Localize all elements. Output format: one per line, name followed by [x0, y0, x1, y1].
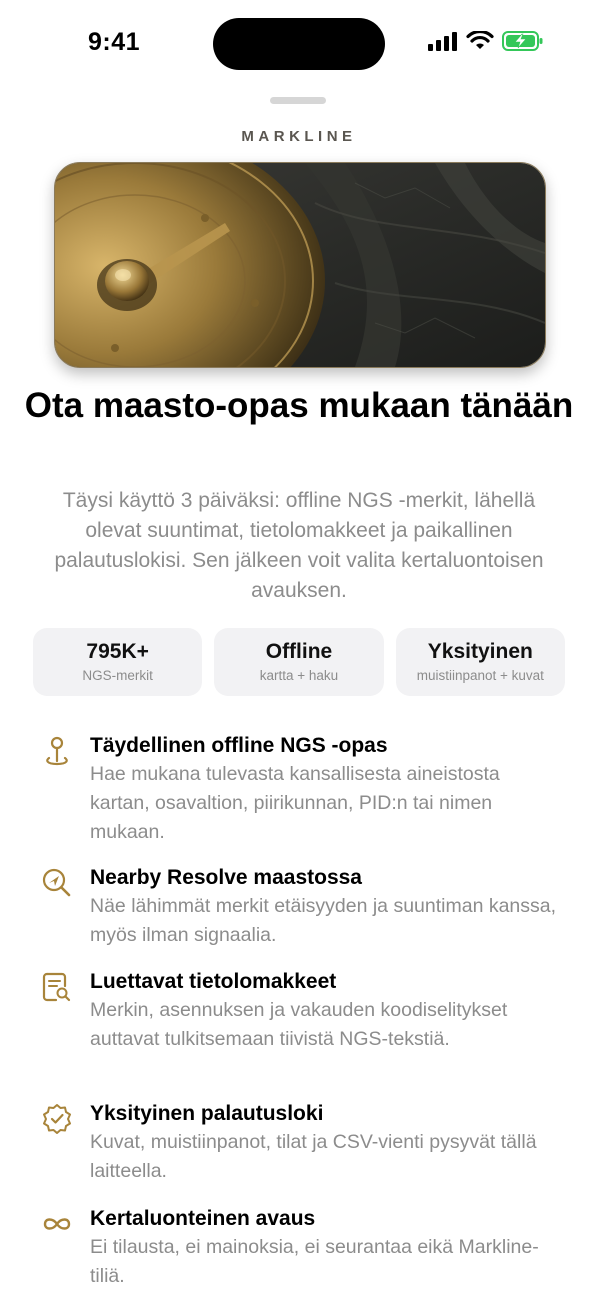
feature-title: Kertaluonteinen avaus	[90, 1207, 316, 1230]
signal-icon	[428, 32, 457, 51]
stat-value: Yksityinen	[427, 640, 533, 663]
wifi-icon	[466, 31, 494, 49]
subtitle: Täysi käyttö 3 päiväksi: offline NGS -me…	[54, 489, 544, 602]
feature-description: Merkin, asennuksen ja vakauden koodiseli…	[90, 999, 508, 1050]
feature-title: Yksityinen palautusloki	[90, 1102, 324, 1125]
stat-label: muistiinpanot + kuvat	[416, 668, 544, 683]
dynamic-island	[213, 18, 385, 70]
feature-item: Täydellinen offline NGS -opas Hae mukana…	[40, 732, 560, 847]
map-pin-icon	[46, 736, 68, 766]
stat-card-offline: Offline kartta + haku	[214, 628, 384, 696]
status-time: 9:41	[88, 28, 141, 56]
stat-value: Offline	[265, 640, 333, 663]
feature-title: Nearby Resolve maastossa	[90, 866, 362, 889]
feature-description: Kuvat, muistiinpanot, tilat ja CSV-vient…	[90, 1131, 537, 1182]
feature-item: Nearby Resolve maastossa Näe lähimmät me…	[40, 864, 560, 950]
feature-item: Kertaluonteinen avaus Ei tilausta, ei ma…	[40, 1205, 560, 1291]
headline: Ota maasto-opas mukaan tänään	[24, 386, 574, 425]
brand-label: MARKLINE	[241, 128, 357, 145]
document-search-icon	[42, 972, 71, 1002]
battery-charging-icon	[502, 31, 543, 51]
feature-item: Yksityinen palautusloki Kuvat, muistiinp…	[40, 1100, 560, 1186]
hero-image	[54, 162, 546, 368]
verified-badge-icon	[43, 1104, 71, 1134]
stat-label: NGS-merkit	[82, 668, 153, 683]
search-location-icon	[42, 868, 71, 897]
feature-item: Luettavat tietolomakkeet Merkin, asennuk…	[40, 968, 560, 1054]
stat-label: kartta + haku	[259, 668, 339, 683]
infinity-icon	[43, 1218, 71, 1230]
stat-card-private: Yksityinen muistiinpanot + kuvat	[395, 628, 565, 696]
feature-title: Täydellinen offline NGS -opas	[90, 734, 388, 757]
sheet-grabber[interactable]	[270, 97, 326, 104]
feature-title: Luettavat tietolomakkeet	[90, 970, 337, 993]
stat-value: 795K+	[86, 640, 149, 663]
feature-description: Hae mukana tulevasta kansallisesta ainei…	[90, 763, 500, 843]
feature-description: Ei tilausta, ei mainoksia, ei seurantaa …	[90, 1236, 539, 1287]
stat-card-markers: 795K+ NGS-merkit	[33, 628, 203, 696]
status-bar: 9:41	[0, 0, 598, 90]
stats-row: 795K+ NGS-merkit Offline kartta + haku Y…	[33, 628, 565, 696]
status-icons	[428, 30, 544, 52]
feature-description: Näe lähimmät merkit etäisyyden ja suunti…	[90, 895, 557, 946]
